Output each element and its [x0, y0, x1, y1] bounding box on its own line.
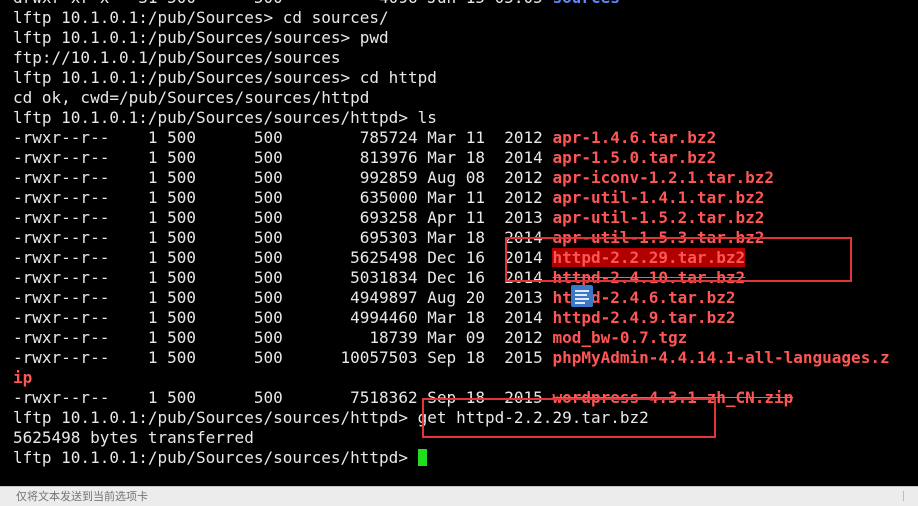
- send-text-bar: [0, 486, 918, 506]
- file-name: httpd-2.4.9.tar.bz2: [552, 308, 736, 327]
- file-name: ip: [13, 368, 33, 387]
- terminal-line: ip: [13, 368, 890, 388]
- terminal-line: lftp 10.1.0.1:/pub/Sources/sources> cd h…: [13, 68, 890, 88]
- line-text: lftp 10.1.0.1:/pub/Sources/sources/httpd…: [13, 448, 418, 467]
- line-text: -rwxr--r-- 1 500 500 813976 Mar 18 2014: [13, 148, 553, 167]
- line-text: lftp 10.1.0.1:/pub/Sources/sources/httpd…: [13, 108, 437, 127]
- line-text: -rwxr--r-- 1 500 500 4994460 Mar 18 2014: [13, 308, 553, 327]
- line-text: -rwxr--r-- 1 500 500 695303 Mar 18 2014: [13, 228, 553, 247]
- line-text: -rwxr--r-- 1 500 500 785724 Mar 11 2012: [13, 128, 553, 147]
- line-text: -rwxr--r-- 1 500 500 18739 Mar 09 2012: [13, 328, 553, 347]
- file-name: apr-util-1.5.2.tar.bz2: [552, 208, 765, 227]
- file-name: apr-util-1.4.1.tar.bz2: [552, 188, 765, 207]
- terminal-line: -rwxr--r-- 1 500 500 4949897 Aug 20 2013…: [13, 288, 890, 308]
- terminal-line: lftp 10.1.0.1:/pub/Sources> cd sources/: [13, 8, 890, 28]
- terminal-line: -rwxr--r-- 1 500 500 785724 Mar 11 2012 …: [13, 128, 890, 148]
- send-to-tab-input[interactable]: [6, 488, 916, 504]
- line-text: -rwxr--r-- 1 500 500 635000 Mar 11 2012: [13, 188, 553, 207]
- file-name: phpMyAdmin-4.4.14.1-all-languages.z: [552, 348, 890, 367]
- terminal-line: lftp 10.1.0.1:/pub/Sources/sources/httpd…: [13, 448, 890, 468]
- highlight-box-get-command: [422, 398, 716, 438]
- file-name: mod_bw-0.7.tgz: [552, 328, 688, 347]
- terminal-line: -rwxr--r-- 1 500 500 813976 Mar 18 2014 …: [13, 148, 890, 168]
- highlight-box-httpd-file: [505, 237, 852, 282]
- terminal-line: drwxr-xr-x 31 500 500 4096 Jun 15 05:05 …: [13, 0, 890, 8]
- terminal-line: -rwxr--r-- 1 500 500 992859 Aug 08 2012 …: [13, 168, 890, 188]
- terminal-line: lftp 10.1.0.1:/pub/Sources/sources/httpd…: [13, 108, 890, 128]
- document-icon: [571, 285, 593, 307]
- terminal-line: -rwxr--r-- 1 500 500 693258 Apr 11 2013 …: [13, 208, 890, 228]
- terminal-line: cd ok, cwd=/pub/Sources/sources/httpd: [13, 88, 890, 108]
- file-name: apr-1.4.6.tar.bz2: [552, 128, 717, 147]
- terminal-line: -rwxr--r-- 1 500 500 4994460 Mar 18 2014…: [13, 308, 890, 328]
- line-text: -rwxr--r-- 1 500 500 5625498 Dec 16 2014: [13, 248, 553, 267]
- terminal-line: -rwxr--r-- 1 500 500 10057503 Sep 18 201…: [13, 348, 890, 368]
- terminal-line: lftp 10.1.0.1:/pub/Sources/sources> pwd: [13, 28, 890, 48]
- line-text: -rwxr--r-- 1 500 500 4949897 Aug 20 2013: [13, 288, 553, 307]
- resize-grip-icon[interactable]: [903, 491, 914, 501]
- line-text: drwxr-xr-x 31 500 500 4096 Jun 15 05:05: [13, 0, 552, 7]
- line-text: lftp 10.1.0.1:/pub/Sources> cd sources/: [13, 8, 389, 27]
- file-name: apr-1.5.0.tar.bz2: [552, 148, 717, 167]
- line-text: -rwxr--r-- 1 500 500 5031834 Dec 16 2014: [13, 268, 553, 287]
- line-text: ftp://10.1.0.1/pub/Sources/sources: [13, 48, 341, 67]
- terminal-line: -rwxr--r-- 1 500 500 18739 Mar 09 2012 m…: [13, 328, 890, 348]
- terminal-line: -rwxr--r-- 1 500 500 635000 Mar 11 2012 …: [13, 188, 890, 208]
- line-text: lftp 10.1.0.1:/pub/Sources/sources> cd h…: [13, 68, 437, 87]
- line-text: -rwxr--r-- 1 500 500 992859 Aug 08 2012: [13, 168, 553, 187]
- line-text: -rwxr--r-- 1 500 500 693258 Apr 11 2013: [13, 208, 553, 227]
- terminal-window[interactable]: drwxr-xr-x 31 500 500 4096 Jun 15 05:05 …: [0, 0, 918, 486]
- file-name: sources: [552, 0, 619, 7]
- terminal-line: ftp://10.1.0.1/pub/Sources/sources: [13, 48, 890, 68]
- line-text: -rwxr--r-- 1 500 500 10057503 Sep 18 201…: [13, 348, 553, 367]
- line-text: cd ok, cwd=/pub/Sources/sources/httpd: [13, 88, 370, 107]
- text-cursor: [417, 449, 427, 466]
- line-text: lftp 10.1.0.1:/pub/Sources/sources> pwd: [13, 28, 389, 47]
- file-name: apr-iconv-1.2.1.tar.bz2: [552, 168, 774, 187]
- line-text: 5625498 bytes transferred: [13, 428, 254, 447]
